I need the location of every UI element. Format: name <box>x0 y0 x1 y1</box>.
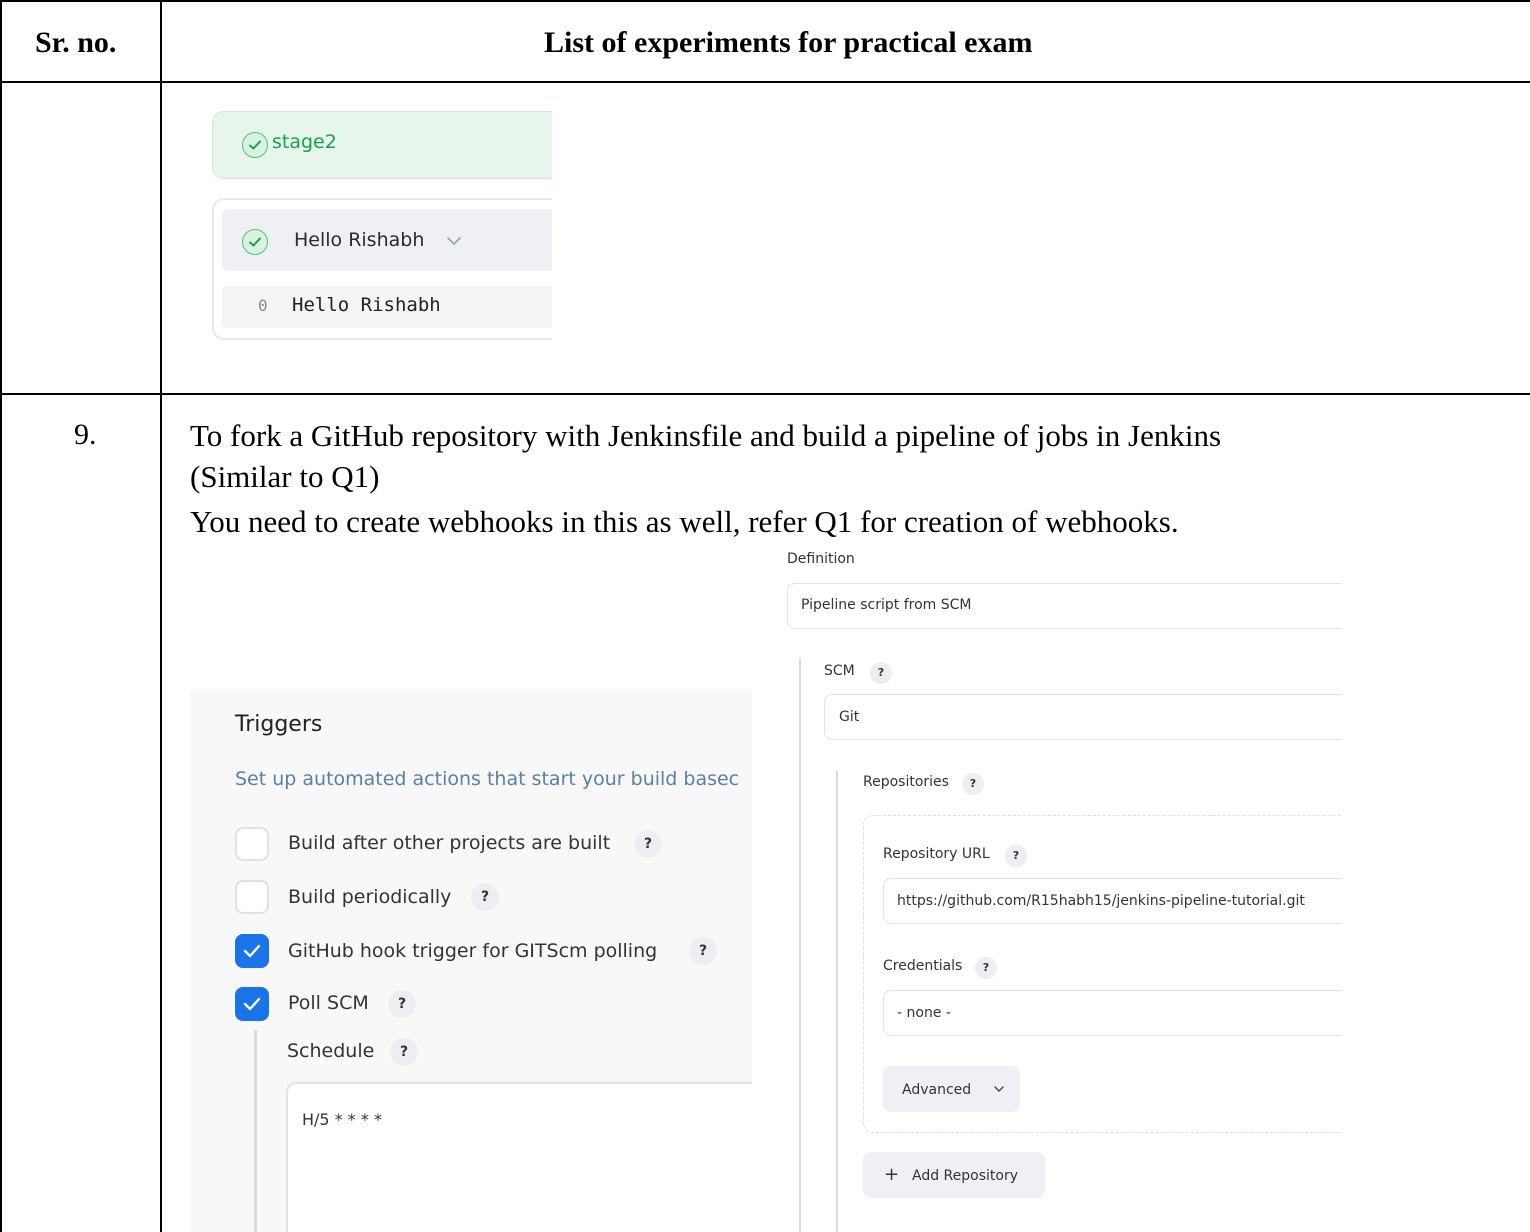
success-check-icon <box>242 132 268 158</box>
schedule-indent-bar <box>254 1030 257 1232</box>
scm-value: Git <box>839 709 860 725</box>
definition-value: Pipeline script from SCM <box>801 597 972 613</box>
poll-scm-label: Poll SCM <box>288 992 369 1014</box>
triggers-title: Triggers <box>235 712 323 737</box>
github-hook-label: GitHub hook trigger for GITScm polling <box>288 940 658 962</box>
definition-screenshot: Definition Pipeline script from SCM SCM … <box>775 545 1342 1232</box>
schedule-input[interactable] <box>286 1082 752 1232</box>
build-after-checkbox[interactable] <box>235 827 269 861</box>
indent-bar <box>836 771 838 1232</box>
column-divider <box>160 0 162 1232</box>
build-after-label: Build after other projects are built <box>288 832 611 854</box>
advanced-label: Advanced <box>902 1082 972 1098</box>
help-icon[interactable]: ? <box>1005 845 1027 867</box>
step-name: Hello Rishabh <box>294 229 425 251</box>
help-icon[interactable]: ? <box>471 883 499 911</box>
credentials-select[interactable] <box>883 990 1342 1036</box>
github-hook-checkbox[interactable] <box>235 934 269 968</box>
credentials-label: Credentials <box>883 958 963 974</box>
experiment-line-1: To fork a GitHub repository with Jenkins… <box>190 418 1222 453</box>
chevron-down-icon[interactable] <box>446 236 462 246</box>
repositories-label: Repositories <box>863 774 949 790</box>
help-icon[interactable]: ? <box>975 957 997 979</box>
row-number: 9. <box>74 418 97 451</box>
stage-name: stage2 <box>272 131 337 153</box>
repo-url-label: Repository URL <box>883 846 990 862</box>
header-sr-no: Sr. no. <box>35 26 117 59</box>
row-border <box>0 393 1530 395</box>
triggers-screenshot: Triggers Set up automated actions that s… <box>190 690 752 1232</box>
add-repository-label: Add Repository <box>912 1168 1018 1184</box>
success-check-icon <box>242 229 268 255</box>
build-periodically-label: Build periodically <box>288 886 452 908</box>
schedule-label: Schedule <box>287 1040 375 1062</box>
schedule-value: H/5 * * * * <box>302 1110 382 1129</box>
triggers-description: Set up automated actions that start your… <box>235 768 740 790</box>
table-left-border <box>0 0 2 1232</box>
chevron-down-icon <box>994 1086 1004 1092</box>
help-icon[interactable]: ? <box>390 1038 418 1066</box>
definition-label: Definition <box>787 551 855 567</box>
help-icon[interactable]: ? <box>634 830 662 858</box>
build-periodically-checkbox[interactable] <box>235 880 269 914</box>
header-row-border <box>0 81 1530 83</box>
help-icon[interactable]: ? <box>388 990 416 1018</box>
log-line-number: 0 <box>258 296 268 315</box>
pipeline-stage-screenshot: stage2 Hello Rishabh 0 Hello Rishabh <box>190 95 552 373</box>
plus-icon: + <box>884 1164 900 1185</box>
experiment-line-2: (Similar to Q1) <box>190 459 380 494</box>
scm-select[interactable] <box>824 694 1342 740</box>
poll-scm-checkbox[interactable] <box>235 987 269 1021</box>
help-icon[interactable]: ? <box>962 773 984 795</box>
table-top-border <box>0 0 1530 2</box>
experiment-line-3: You need to create webhooks in this as w… <box>190 504 1179 539</box>
indent-bar <box>799 658 801 1232</box>
repo-url-value: https://github.com/R15habh15/jenkins-pip… <box>897 893 1305 909</box>
help-icon[interactable]: ? <box>689 937 717 965</box>
header-experiments: List of experiments for practical exam <box>544 26 1033 59</box>
log-text: Hello Rishabh <box>292 294 441 316</box>
help-icon[interactable]: ? <box>870 662 892 684</box>
credentials-value: - none - <box>897 1005 951 1021</box>
scm-label: SCM <box>824 663 855 679</box>
